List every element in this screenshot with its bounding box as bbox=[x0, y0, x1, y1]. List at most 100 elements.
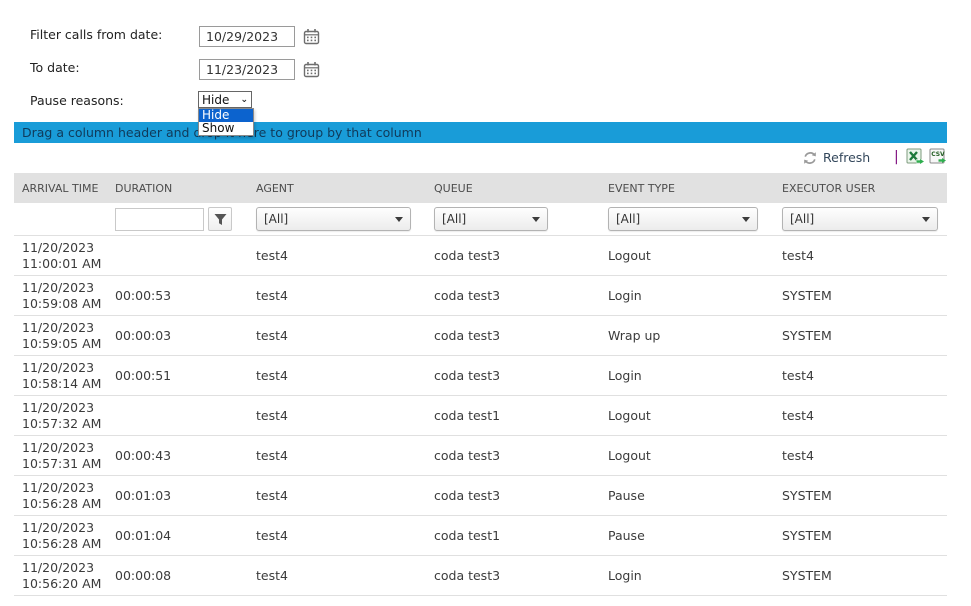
chevron-down-icon: ⌄ bbox=[240, 95, 248, 105]
arrival-date: 11/20/2023 bbox=[22, 440, 94, 456]
export-excel-icon[interactable] bbox=[906, 148, 924, 166]
pause-reasons-label: Pause reasons: bbox=[30, 93, 124, 108]
cell-arrival-time: 11/20/202310:59:05 AM bbox=[14, 316, 107, 355]
cell-duration: 00:01:04 bbox=[107, 516, 248, 555]
cell-duration: 00:00:08 bbox=[107, 556, 248, 595]
group-by-drop-bar[interactable]: Drag a column header and drop it here to… bbox=[14, 122, 947, 143]
to-date-input[interactable] bbox=[199, 59, 295, 80]
cell-queue: coda test1 bbox=[426, 396, 600, 435]
executor-user-filter-value: [All] bbox=[790, 212, 814, 226]
column-header-executor-user[interactable]: EXECUTOR USER bbox=[774, 173, 947, 203]
arrival-time: 10:56:28 AM bbox=[22, 496, 101, 512]
cell-duration: 00:00:51 bbox=[107, 356, 248, 395]
cell-agent: test4 bbox=[248, 436, 426, 475]
dropdown-arrow-icon bbox=[532, 217, 540, 222]
table-row[interactable]: 11/20/202310:56:28 AM00:01:04test4coda t… bbox=[14, 515, 947, 555]
filter-cell-arrival bbox=[14, 203, 107, 235]
cell-arrival-time: 11/20/202310:57:31 AM bbox=[14, 436, 107, 475]
grid-filter-row: [All] [All] [All] [All] bbox=[14, 203, 947, 235]
column-header-agent[interactable]: AGENT bbox=[248, 173, 426, 203]
executor-user-filter-dropdown[interactable]: [All] bbox=[782, 207, 938, 231]
cell-duration: 00:00:53 bbox=[107, 276, 248, 315]
table-row[interactable]: 11/20/202310:56:28 AM00:01:03test4coda t… bbox=[14, 475, 947, 515]
cell-agent: test4 bbox=[248, 556, 426, 595]
filter-cell-queue: [All] bbox=[426, 203, 600, 235]
filter-cell-executor-user: [All] bbox=[774, 203, 947, 235]
column-header-duration[interactable]: DURATION bbox=[107, 173, 248, 203]
table-row[interactable]: 11/20/202310:59:05 AM00:00:03test4coda t… bbox=[14, 315, 947, 355]
arrival-date: 11/20/2023 bbox=[22, 480, 94, 496]
cell-arrival-time: 11/20/202310:56:20 AM bbox=[14, 556, 107, 595]
to-date-calendar-icon[interactable] bbox=[302, 61, 320, 79]
call-log-report-page: Filter calls from date: To date: Pau bbox=[0, 0, 971, 606]
from-date-calendar-icon[interactable] bbox=[302, 28, 320, 46]
arrival-time: 10:59:08 AM bbox=[22, 296, 101, 312]
cell-duration bbox=[107, 236, 248, 275]
refresh-button[interactable]: Refresh bbox=[803, 150, 870, 165]
cell-executor-user: SYSTEM bbox=[774, 516, 947, 555]
cell-event-type: Login bbox=[600, 556, 774, 595]
column-header-event-type[interactable]: EVENT TYPE bbox=[600, 173, 774, 203]
agent-filter-dropdown[interactable]: [All] bbox=[256, 207, 411, 231]
cell-event-type: Login bbox=[600, 356, 774, 395]
event-type-filter-dropdown[interactable]: [All] bbox=[608, 207, 758, 231]
from-date-input[interactable] bbox=[199, 26, 295, 47]
cell-duration bbox=[107, 396, 248, 435]
cell-queue: coda test3 bbox=[426, 436, 600, 475]
arrival-time: 10:59:05 AM bbox=[22, 336, 101, 352]
cell-arrival-time: 11/20/202310:57:32 AM bbox=[14, 396, 107, 435]
pause-reasons-selected-value: Hide bbox=[202, 93, 229, 107]
arrival-time: 10:57:32 AM bbox=[22, 416, 101, 432]
cell-agent: test4 bbox=[248, 316, 426, 355]
duration-filter-icon[interactable] bbox=[208, 207, 232, 231]
dropdown-option-show[interactable]: Show bbox=[199, 122, 253, 135]
cell-agent: test4 bbox=[248, 276, 426, 315]
cell-queue: coda test3 bbox=[426, 476, 600, 515]
cell-agent: test4 bbox=[248, 476, 426, 515]
table-row[interactable]: 11/20/202310:57:32 AMtest4coda test1Logo… bbox=[14, 395, 947, 435]
arrival-date: 11/20/2023 bbox=[22, 560, 94, 576]
refresh-label: Refresh bbox=[823, 150, 870, 165]
cell-queue: coda test1 bbox=[426, 516, 600, 555]
cell-agent: test4 bbox=[248, 396, 426, 435]
cell-event-type: Pause bbox=[600, 476, 774, 515]
column-header-queue[interactable]: QUEUE bbox=[426, 173, 600, 203]
table-row[interactable]: 11/20/202310:58:14 AM00:00:51test4coda t… bbox=[14, 355, 947, 395]
grid-header-row: ARRIVAL TIME DURATION AGENT QUEUE EVENT … bbox=[14, 173, 947, 203]
dropdown-arrow-icon bbox=[742, 217, 750, 222]
export-csv-icon[interactable]: CSV bbox=[929, 148, 947, 166]
cell-executor-user: SYSTEM bbox=[774, 476, 947, 515]
cell-arrival-time: 11/20/202310:59:08 AM bbox=[14, 276, 107, 315]
cell-executor-user: SYSTEM bbox=[774, 556, 947, 595]
grid-body: 11/20/202311:00:01 AMtest4coda test3Logo… bbox=[14, 235, 947, 596]
cell-agent: test4 bbox=[248, 356, 426, 395]
cell-queue: coda test3 bbox=[426, 276, 600, 315]
arrival-time: 11:00:01 AM bbox=[22, 256, 101, 272]
queue-filter-value: [All] bbox=[442, 212, 466, 226]
cell-executor-user: test4 bbox=[774, 396, 947, 435]
table-row[interactable]: 11/20/202311:00:01 AMtest4coda test3Logo… bbox=[14, 235, 947, 275]
refresh-icon bbox=[803, 151, 817, 165]
table-row[interactable]: 11/20/202310:56:20 AM00:00:08test4coda t… bbox=[14, 555, 947, 595]
events-grid: ARRIVAL TIME DURATION AGENT QUEUE EVENT … bbox=[14, 173, 947, 596]
cell-executor-user: SYSTEM bbox=[774, 316, 947, 355]
cell-arrival-time: 11/20/202310:56:28 AM bbox=[14, 516, 107, 555]
queue-filter-dropdown[interactable]: [All] bbox=[434, 207, 548, 231]
cell-arrival-time: 11/20/202311:00:01 AM bbox=[14, 236, 107, 275]
arrival-time: 10:56:20 AM bbox=[22, 576, 101, 592]
pause-reasons-select[interactable]: Hide ⌄ bbox=[198, 91, 252, 108]
column-header-arrival-time[interactable]: ARRIVAL TIME bbox=[14, 173, 107, 203]
filter-cell-agent: [All] bbox=[248, 203, 426, 235]
arrival-date: 11/20/2023 bbox=[22, 360, 94, 376]
table-row[interactable]: 11/20/202310:57:31 AM00:00:43test4coda t… bbox=[14, 435, 947, 475]
duration-filter-input[interactable] bbox=[115, 208, 204, 231]
cell-queue: coda test3 bbox=[426, 236, 600, 275]
cell-duration: 00:00:03 bbox=[107, 316, 248, 355]
cell-event-type: Logout bbox=[600, 396, 774, 435]
cell-duration: 00:00:43 bbox=[107, 436, 248, 475]
cell-executor-user: test4 bbox=[774, 356, 947, 395]
cell-agent: test4 bbox=[248, 236, 426, 275]
table-row[interactable]: 11/20/202310:59:08 AM00:00:53test4coda t… bbox=[14, 275, 947, 315]
cell-arrival-time: 11/20/202310:58:14 AM bbox=[14, 356, 107, 395]
arrival-date: 11/20/2023 bbox=[22, 520, 94, 536]
